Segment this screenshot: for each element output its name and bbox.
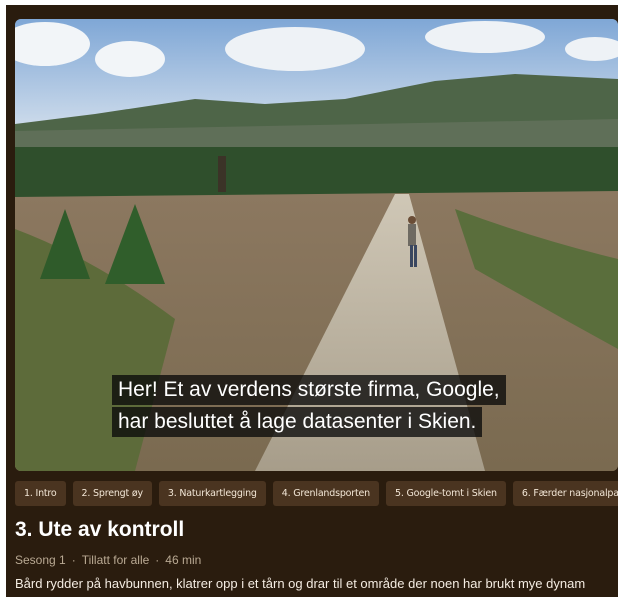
chapter-button[interactable]: 1. Intro bbox=[15, 481, 66, 506]
episode-description: Bård rydder på havbunnen, klatrer opp i … bbox=[15, 576, 586, 591]
duration-label: 46 min bbox=[165, 553, 202, 567]
episode-meta: Sesong 1 · Tillatt for alle · 46 min bbox=[15, 553, 201, 567]
chapter-button[interactable]: 4. Grenlandsporten bbox=[272, 481, 379, 506]
chapter-button[interactable]: 3. Naturkartlegging bbox=[158, 481, 266, 506]
page-frame: Her! Et av verdens største firma, Google… bbox=[6, 5, 618, 597]
subtitle-line-1: Her! Et av verdens største firma, Google… bbox=[112, 375, 506, 405]
chapter-button[interactable]: 6. Færder nasjonalpark bbox=[512, 481, 618, 506]
meta-separator: · bbox=[71, 553, 76, 567]
video-player[interactable]: Her! Et av verdens største firma, Google… bbox=[15, 19, 618, 471]
chapter-list: 1. Intro 2. Sprengt øy 3. Naturkartleggi… bbox=[15, 481, 618, 506]
subtitle-overlay: Her! Et av verdens største firma, Google… bbox=[112, 375, 506, 437]
subtitle-line-2: har besluttet å lage datasenter i Skien. bbox=[112, 407, 483, 437]
chapter-button[interactable]: 2. Sprengt øy bbox=[72, 481, 152, 506]
episode-title: 3. Ute av kontroll bbox=[15, 518, 185, 541]
meta-separator: · bbox=[155, 553, 160, 567]
age-rating: Tillatt for alle bbox=[81, 553, 150, 567]
season-label: Sesong 1 bbox=[15, 553, 66, 567]
chapter-button[interactable]: 5. Google-tomt i Skien bbox=[385, 481, 506, 506]
